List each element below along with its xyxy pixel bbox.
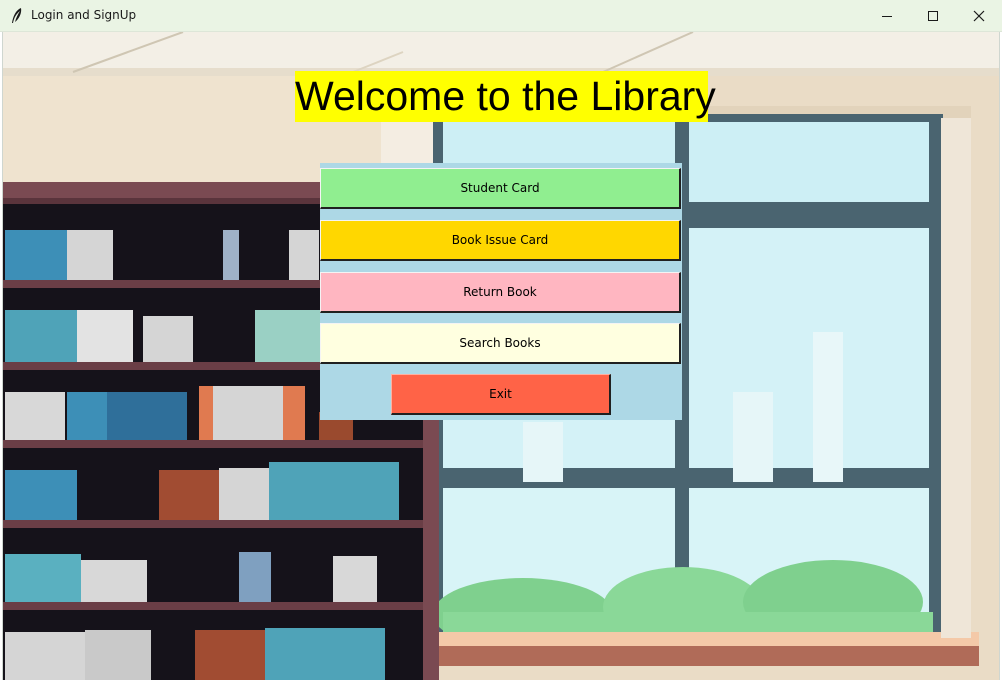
maximize-button[interactable] (910, 0, 956, 31)
student-card-button[interactable]: Student Card (320, 168, 681, 209)
minimize-icon (882, 15, 892, 17)
return-book-button[interactable]: Return Book (320, 272, 681, 313)
minimize-button[interactable] (864, 0, 910, 31)
menu-panel: Student Card Book Issue Card Return Book… (320, 163, 682, 420)
title-bar[interactable]: Login and SignUp (0, 0, 1002, 32)
close-button[interactable] (956, 0, 1002, 31)
exit-button[interactable]: Exit (391, 374, 611, 415)
welcome-heading: Welcome to the Library (295, 71, 716, 122)
window-title: Login and SignUp (31, 8, 137, 22)
feather-icon (12, 8, 22, 23)
maximize-icon (928, 10, 938, 21)
search-books-button[interactable]: Search Books (320, 323, 681, 364)
book-issue-card-button[interactable]: Book Issue Card (320, 220, 681, 261)
close-icon (973, 10, 985, 21)
